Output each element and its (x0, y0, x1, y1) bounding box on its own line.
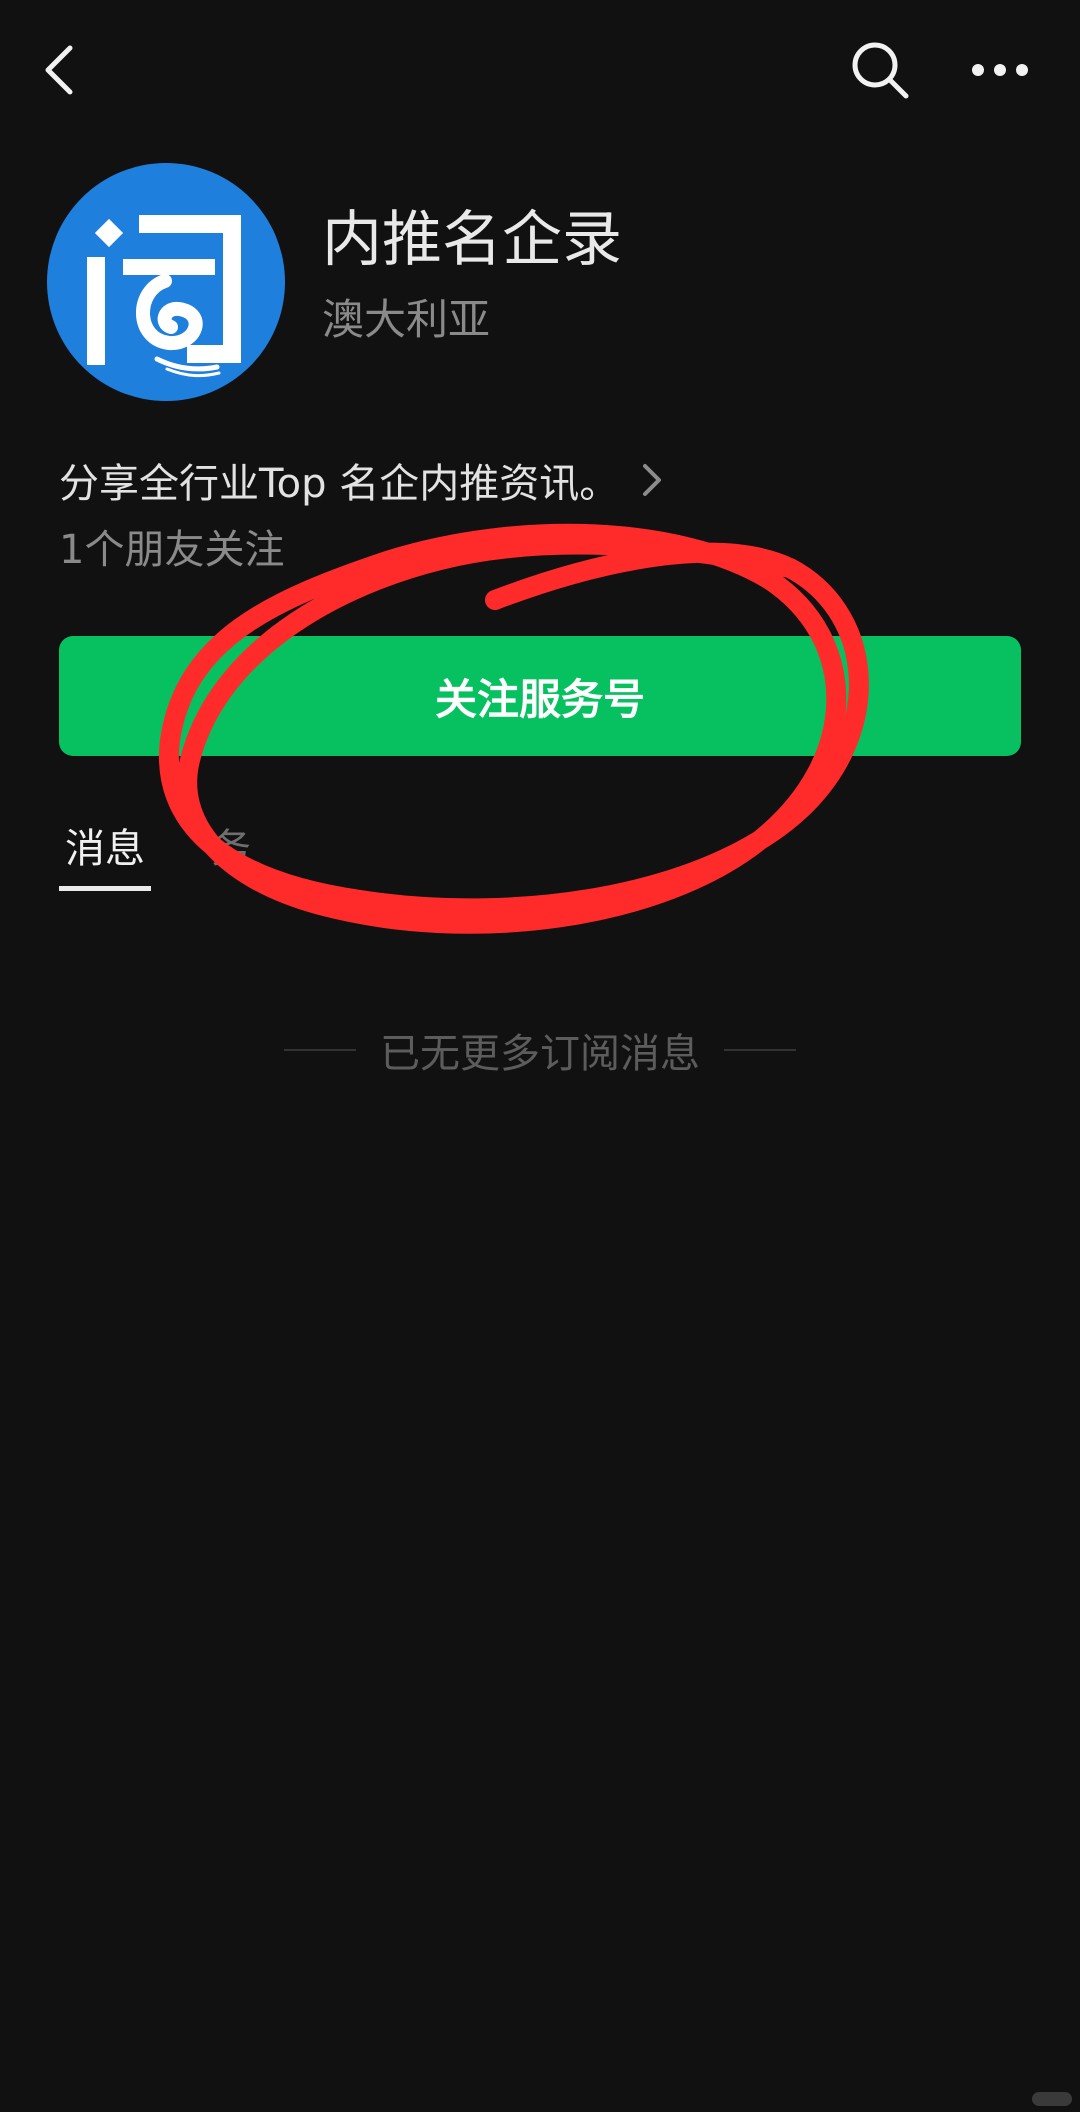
account-intro-text: 分享全行业Top 名企内推资讯。 (59, 461, 620, 507)
divider-right (724, 1049, 796, 1051)
more-button[interactable] (955, 30, 1045, 110)
account-intro[interactable]: 分享全行业Top 名企内推资讯。 (59, 450, 663, 510)
content-tabs: 消息 务 (59, 818, 251, 891)
follow-button[interactable]: 关注服务号 (59, 636, 1021, 756)
watermark (1032, 2092, 1072, 2106)
account-name: 内推名企录 (322, 205, 622, 275)
divider-left (284, 1049, 356, 1051)
account-logo-icon (87, 215, 241, 378)
feed-end-indicator: 已无更多订阅消息 (280, 1020, 800, 1080)
tab-messages[interactable]: 消息 (59, 818, 151, 891)
back-button[interactable] (30, 30, 90, 110)
account-avatar[interactable] (47, 163, 285, 401)
friends-following: 1个朋友关注 (59, 527, 285, 573)
chevron-left-icon (45, 45, 73, 95)
account-region: 澳大利亚 (322, 295, 491, 344)
tab-services[interactable]: 务 (211, 818, 251, 886)
top-bar (0, 0, 1080, 140)
search-button[interactable] (840, 30, 920, 110)
chevron-right-icon (641, 460, 663, 500)
more-horizontal-icon (972, 64, 1028, 76)
search-icon (852, 42, 909, 99)
feed-end-text: 已无更多订阅消息 (380, 1031, 700, 1077)
